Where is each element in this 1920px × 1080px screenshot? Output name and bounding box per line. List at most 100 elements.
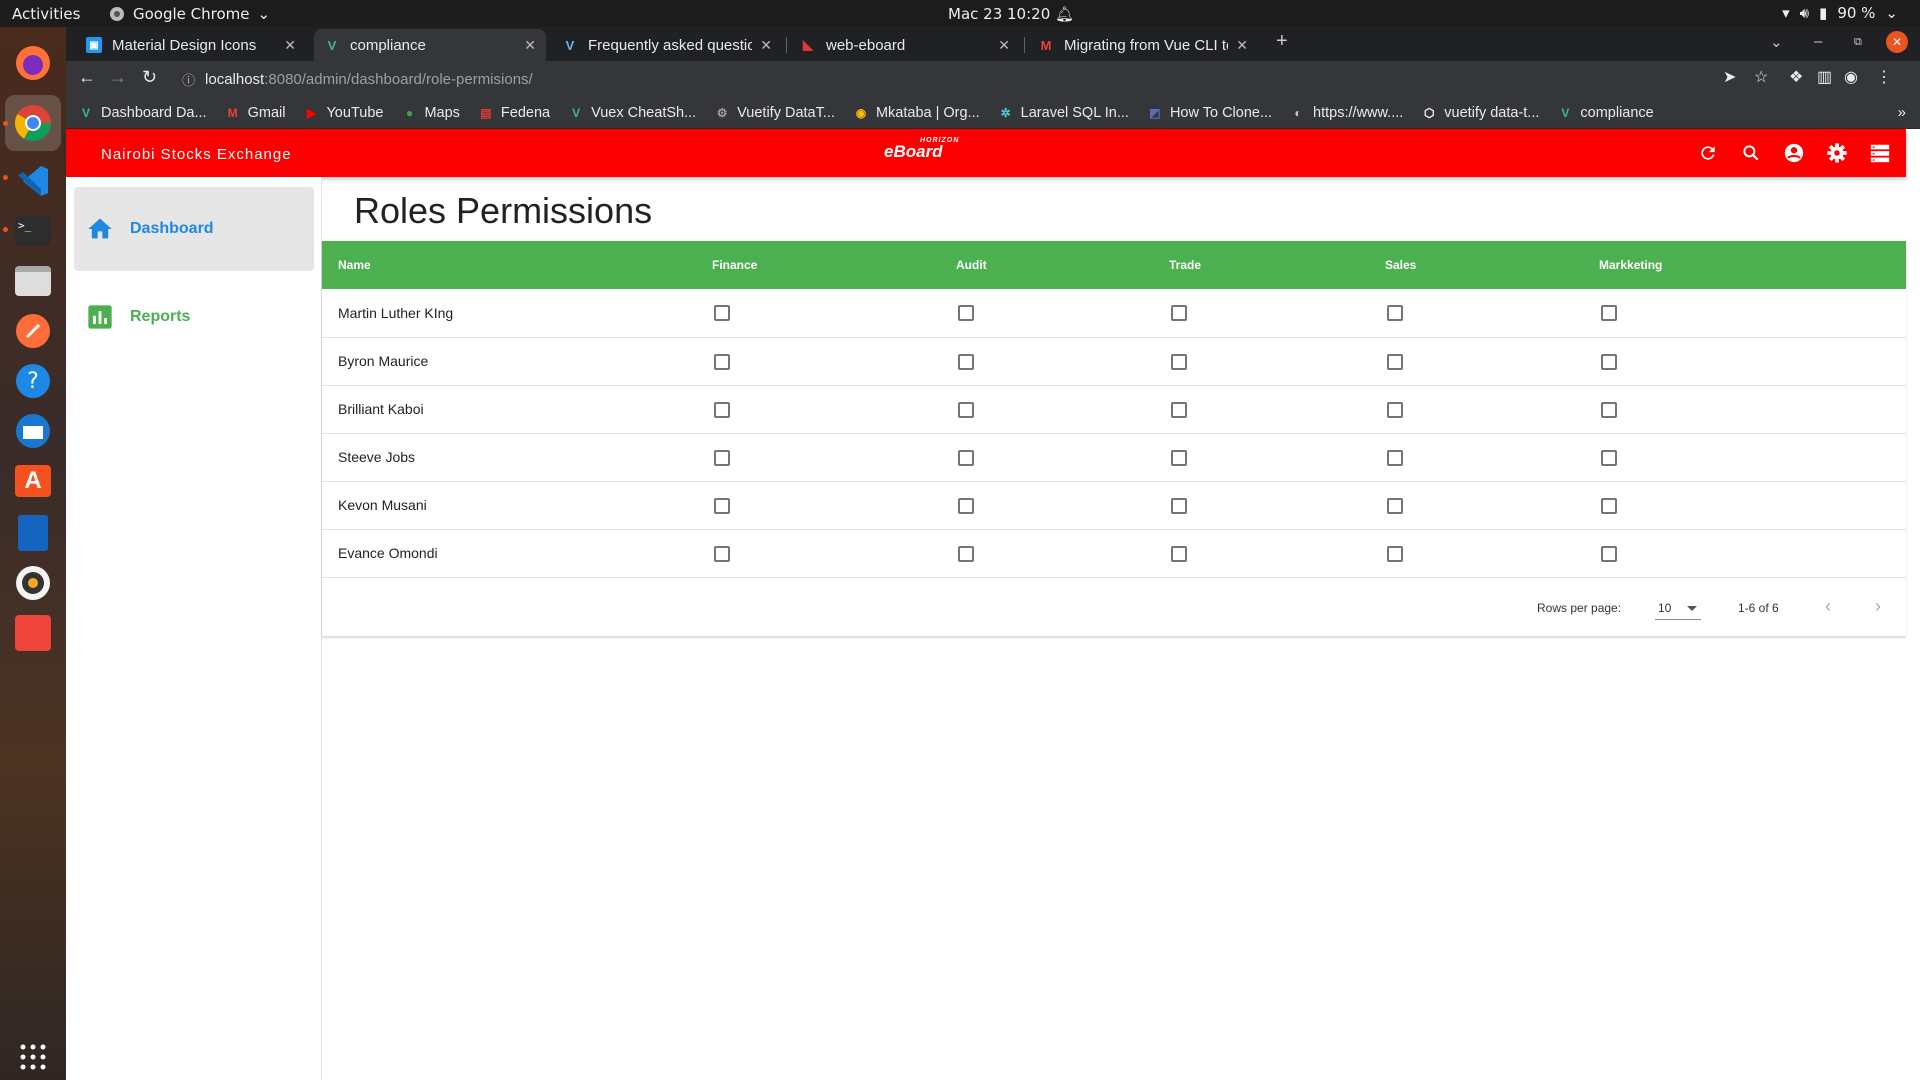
send-icon[interactable]: ➤ [1723, 67, 1736, 87]
checkbox-sales[interactable] [1387, 449, 1403, 466]
system-tray[interactable]: ▾ 🔊︎ ▮ 90 % ⌄ [1782, 4, 1898, 22]
checkbox-trade[interactable] [1171, 545, 1187, 562]
bookmark-item[interactable]: V Dashboard Da... [78, 105, 207, 121]
checkbox-sales[interactable] [1387, 497, 1403, 514]
tab-search-icon[interactable]: ⌄ [1770, 33, 1783, 51]
close-icon[interactable]: ✕ [284, 37, 296, 54]
window-close-button[interactable]: ✕ [1886, 31, 1908, 53]
close-icon[interactable]: ✕ [1236, 37, 1248, 54]
bookmark-item[interactable]: Vcompliance [1557, 105, 1653, 121]
sidebar-item-dashboard[interactable]: Dashboard [74, 187, 314, 271]
close-icon[interactable]: ✕ [760, 37, 772, 54]
column-header-trade[interactable]: Trade [1169, 241, 1385, 289]
bookmark-item[interactable]: ▶ YouTube [303, 105, 384, 121]
app-grid-icon[interactable] [11, 1035, 55, 1079]
checkbox-trade[interactable] [1171, 305, 1187, 322]
help-icon[interactable]: ? [11, 359, 55, 403]
checkbox-marketing[interactable] [1601, 305, 1617, 322]
new-tab-button[interactable]: + [1276, 30, 1288, 53]
checkbox-audit[interactable] [958, 449, 974, 466]
writer-icon[interactable] [11, 511, 55, 555]
checkbox-sales[interactable] [1387, 305, 1403, 322]
software-center-icon[interactable]: A [11, 459, 55, 503]
site-info-icon[interactable]: ⓘ [182, 70, 195, 89]
tab-faq[interactable]: V Frequently asked questio ✕ [552, 29, 782, 61]
checkbox-finance[interactable] [714, 449, 730, 466]
checkbox-audit[interactable] [958, 497, 974, 514]
close-icon[interactable]: ✕ [524, 37, 536, 54]
bookmark-star-icon[interactable]: ☆ [1754, 67, 1768, 87]
checkbox-finance[interactable] [714, 545, 730, 562]
profile-icon[interactable]: ◉ [1844, 67, 1858, 87]
postman-icon[interactable] [11, 309, 55, 353]
checkbox-finance[interactable] [714, 353, 730, 370]
account-icon[interactable] [1782, 141, 1806, 165]
tab-compliance[interactable]: V compliance ✕ [314, 29, 546, 61]
checkbox-trade[interactable] [1171, 353, 1187, 370]
bookmark-item[interactable]: ● Maps [401, 105, 460, 121]
reload-button[interactable]: ↻ [142, 67, 157, 88]
checkbox-marketing[interactable] [1601, 497, 1617, 514]
anydesk-icon[interactable] [11, 611, 55, 655]
clock[interactable]: Mac 23 10:20 🔔︎ [948, 5, 1074, 23]
refresh-icon[interactable] [1696, 141, 1720, 165]
address-bar[interactable]: ⓘ localhost:8080/admin/dashboard/role-pe… [172, 64, 1772, 94]
checkbox-trade[interactable] [1171, 401, 1187, 418]
bookmark-item[interactable]: ⬡ vuetify data-t... [1421, 105, 1539, 121]
activities-button[interactable]: Activities [12, 5, 80, 23]
side-panel-icon[interactable]: ▥ [1817, 67, 1832, 87]
checkbox-sales[interactable] [1387, 401, 1403, 418]
checkbox-sales[interactable] [1387, 545, 1403, 562]
column-header-finance[interactable]: Finance [712, 241, 956, 289]
chrome-icon[interactable] [5, 95, 61, 151]
menu-icon[interactable]: ⋮ [1876, 67, 1892, 87]
checkbox-audit[interactable] [958, 353, 974, 370]
settings-icon[interactable] [1825, 141, 1849, 165]
bookmark-item[interactable]: ◩ How To Clone... [1147, 105, 1272, 121]
extensions-icon[interactable]: ❖ [1789, 67, 1803, 87]
column-header-audit[interactable]: Audit [956, 241, 1169, 289]
sidebar-item-reports[interactable]: Reports [74, 275, 314, 359]
checkbox-finance[interactable] [714, 305, 730, 322]
more-bookmarks-icon[interactable]: » [1898, 104, 1906, 121]
bookmark-item[interactable]: ▤ Fedena [478, 105, 550, 121]
search-icon[interactable] [1739, 141, 1763, 165]
checkbox-audit[interactable] [958, 545, 974, 562]
bookmark-item[interactable]: V Vuex CheatSh... [568, 105, 696, 121]
checkbox-marketing[interactable] [1601, 353, 1617, 370]
column-header-marketing[interactable]: Markketing [1599, 241, 1906, 289]
tab-web-eboard[interactable]: ◣ web-eboard ✕ [790, 29, 1020, 61]
forward-button[interactable]: → [109, 67, 127, 88]
firefox-icon[interactable] [11, 41, 55, 85]
column-header-name[interactable]: Name [322, 241, 712, 289]
restore-button[interactable]: ⧉ [1854, 36, 1862, 49]
rhythmbox-icon[interactable] [11, 561, 55, 605]
thunderbird-icon[interactable] [11, 409, 55, 453]
bookmark-item[interactable]: M Gmail [225, 105, 286, 121]
bookmark-item[interactable]: ◉ Mkataba | Org... [853, 105, 980, 121]
checkbox-finance[interactable] [714, 401, 730, 418]
storage-menu-icon[interactable] [1868, 141, 1892, 165]
bookmark-item[interactable]: ◐ https://www.... [1290, 105, 1403, 121]
tab-migrating[interactable]: M Migrating from Vue CLI to ✕ [1028, 29, 1258, 61]
next-page-button[interactable]: › [1875, 596, 1881, 617]
close-icon[interactable]: ✕ [998, 37, 1010, 54]
tab-material-design-icons[interactable]: ▣ Material Design Icons ✕ [76, 29, 306, 61]
bookmark-item[interactable]: ✲ Laravel SQL In... [998, 105, 1129, 121]
bookmark-item[interactable]: ⚙ Vuetify DataT... [714, 105, 835, 121]
checkbox-marketing[interactable] [1601, 401, 1617, 418]
checkbox-finance[interactable] [714, 497, 730, 514]
rows-per-page-select[interactable]: 10 [1655, 594, 1701, 620]
checkbox-trade[interactable] [1171, 497, 1187, 514]
previous-page-button[interactable]: ‹ [1825, 596, 1831, 617]
checkbox-sales[interactable] [1387, 353, 1403, 370]
checkbox-audit[interactable] [958, 305, 974, 322]
minimize-button[interactable]: – [1814, 33, 1822, 50]
checkbox-marketing[interactable] [1601, 545, 1617, 562]
checkbox-trade[interactable] [1171, 449, 1187, 466]
app-menu[interactable]: Google Chrome ⌄ [109, 5, 270, 23]
back-button[interactable]: ← [78, 67, 96, 88]
checkbox-audit[interactable] [958, 401, 974, 418]
files-icon[interactable] [11, 259, 55, 303]
vscode-icon[interactable] [11, 159, 55, 203]
